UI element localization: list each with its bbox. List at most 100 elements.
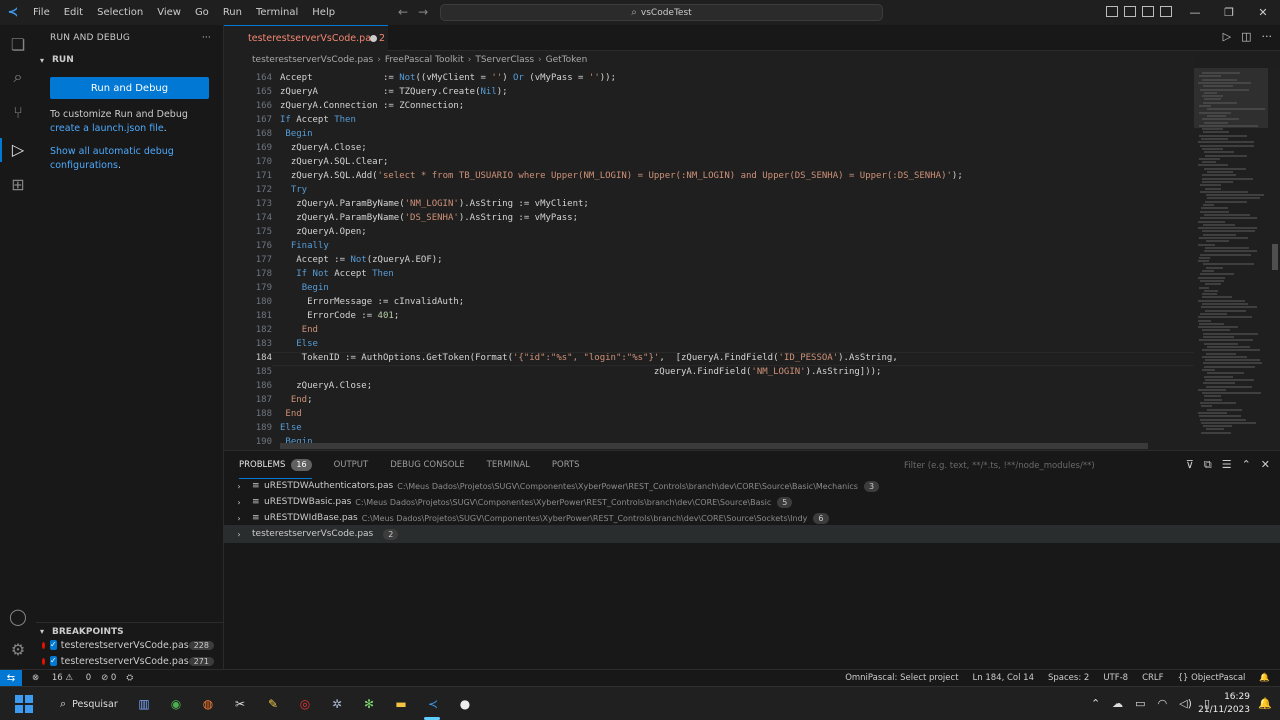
account-icon[interactable]: ◯: [8, 607, 28, 627]
encoding[interactable]: UTF-8: [1103, 670, 1128, 687]
run-file-icon[interactable]: ▷: [1223, 30, 1231, 43]
notification-icon[interactable]: 🔔: [1258, 697, 1272, 710]
search-icon[interactable]: ⌕: [8, 67, 28, 87]
menu-view[interactable]: View: [150, 0, 188, 25]
settings-gear-icon[interactable]: ⚙: [8, 640, 28, 660]
app-icon[interactable]: ◎: [295, 694, 315, 714]
breadcrumb-toolkit[interactable]: FreePascal Toolkit: [385, 55, 464, 65]
toggle-secondary-sidebar-icon[interactable]: [1142, 6, 1154, 17]
breadcrumb-class[interactable]: TServerClass: [475, 55, 534, 65]
collapse-all-icon[interactable]: ⧉: [1204, 458, 1212, 472]
editor-tab[interactable]: testerestserverVsCode.pas 2: [224, 25, 388, 51]
minimize-icon[interactable]: —: [1178, 0, 1212, 25]
menu-selection[interactable]: Selection: [90, 0, 150, 25]
app-icon[interactable]: ✲: [327, 694, 347, 714]
minimap-line: [1201, 421, 1256, 424]
create-launch-json-link[interactable]: create a launch.json file: [50, 123, 164, 134]
vertical-scrollbar[interactable]: [1272, 244, 1278, 270]
maximize-icon[interactable]: ❐: [1212, 0, 1246, 25]
toggle-panel-icon[interactable]: [1124, 6, 1136, 17]
horizontal-scrollbar[interactable]: [280, 443, 1148, 449]
chrome-icon[interactable]: ◉: [166, 694, 186, 714]
problem-file-row[interactable]: › testerestserverVsCode.pas 2: [223, 525, 1280, 543]
app-icon[interactable]: ✻: [359, 694, 379, 714]
run-and-debug-button[interactable]: Run and Debug: [50, 77, 209, 99]
app-icon[interactable]: ▥: [134, 694, 154, 714]
debug-status-icon[interactable]: ⛭: [126, 673, 133, 683]
language-mode[interactable]: {} ObjectPascal: [1178, 670, 1246, 687]
cloud-icon[interactable]: ☁: [1112, 697, 1123, 710]
forward-arrow-icon[interactable]: →: [418, 0, 428, 25]
minimap[interactable]: [1194, 68, 1280, 450]
github-icon[interactable]: ●: [455, 694, 475, 714]
problem-file-row[interactable]: › ≡ uRESTDWAuthenticators.pas C:\Meus Da…: [224, 478, 1280, 494]
tab-output[interactable]: OUTPUT: [334, 451, 369, 479]
omnipascal-status[interactable]: OmniPascal: Select project: [845, 670, 958, 687]
active-view-indicator: [0, 138, 2, 162]
breakpoint-file: testerestserverVsCode.pas: [60, 655, 189, 667]
tab-terminal[interactable]: TERMINAL: [487, 451, 530, 479]
notifications-bell-icon[interactable]: 🔔: [1259, 670, 1270, 687]
extensions-icon[interactable]: ⊞: [8, 175, 28, 195]
menu-file[interactable]: File: [26, 0, 57, 25]
close-icon[interactable]: ✕: [1246, 0, 1280, 25]
menu-help[interactable]: Help: [305, 0, 342, 25]
menu-edit[interactable]: Edit: [57, 0, 90, 25]
remote-indicator-icon[interactable]: ⇆: [0, 669, 22, 687]
command-center[interactable]: ⌕ vsCodeTest: [440, 4, 883, 21]
back-arrow-icon[interactable]: ←: [398, 0, 408, 25]
show-auto-debug-configs-link[interactable]: Show all automatic debug configurations: [50, 146, 174, 171]
line-number: 183: [255, 339, 272, 349]
breakpoint-checkbox[interactable]: ✓: [50, 656, 57, 666]
wifi-icon[interactable]: ◠: [1158, 697, 1168, 710]
view-as-list-icon[interactable]: ☰: [1222, 458, 1232, 472]
cursor-position[interactable]: Ln 184, Col 14: [973, 670, 1034, 687]
app-icon[interactable]: ✎: [263, 694, 283, 714]
volume-icon[interactable]: ◁): [1179, 697, 1192, 710]
file-explorer-icon[interactable]: ▬: [391, 694, 411, 714]
run-debug-icon[interactable]: ▷: [8, 140, 28, 160]
line-number: 166: [255, 101, 272, 111]
breadcrumb-file[interactable]: testerestserverVsCode.pas: [252, 55, 373, 65]
monitor-icon[interactable]: ▭: [1135, 697, 1145, 710]
end-of-line[interactable]: CRLF: [1142, 670, 1163, 687]
problem-file-row[interactable]: › ≡ uRESTDWBasic.pas C:\Meus Dados\Proje…: [224, 494, 1280, 510]
indentation[interactable]: Spaces: 2: [1048, 670, 1089, 687]
menu-run[interactable]: Run: [216, 0, 249, 25]
breakpoint-item[interactable]: ✓ testerestserverVsCode.pas 271: [36, 653, 224, 669]
source-control-icon[interactable]: ⑂: [8, 103, 28, 123]
problems-filter-input[interactable]: Filter (e.g. text, **/*.ts, !**/node_mod…: [900, 458, 1178, 474]
line-number: 188: [255, 409, 272, 419]
windows-start-icon[interactable]: [15, 695, 33, 713]
split-editor-icon[interactable]: ◫: [1241, 30, 1251, 43]
customize-layout-icon[interactable]: [1160, 6, 1172, 17]
chevron-up-icon[interactable]: ⌃: [1091, 697, 1100, 710]
breakpoint-item[interactable]: ✓ testerestserverVsCode.pas 228: [36, 637, 224, 653]
ports-status-icon[interactable]: ⊘ 0: [101, 673, 116, 683]
filter-icon[interactable]: ⊽: [1186, 458, 1194, 472]
snipping-tool-icon[interactable]: ✂: [230, 694, 250, 714]
more-actions-icon[interactable]: ···: [1262, 30, 1273, 43]
code-editor[interactable]: 164 165 166 167 168 169 170 171 172 173 …: [224, 68, 1194, 450]
explorer-icon[interactable]: ❏: [8, 35, 28, 55]
toggle-sidebar-icon[interactable]: [1106, 6, 1118, 17]
vscode-taskbar-icon[interactable]: ≺: [423, 694, 443, 714]
tab-debug-console[interactable]: DEBUG CONSOLE: [390, 451, 464, 479]
breakpoint-checkbox[interactable]: ✓: [50, 640, 57, 650]
maximize-panel-icon[interactable]: ⌃: [1242, 458, 1251, 472]
unsaved-dot-icon[interactable]: [370, 35, 377, 42]
clock[interactable]: 16:29 21/11/2023: [1198, 691, 1250, 717]
tab-ports[interactable]: PORTS: [552, 451, 580, 479]
errors-status[interactable]: ⊗ 16 ⚠ 0: [32, 673, 91, 683]
firefox-icon[interactable]: ◍: [198, 694, 218, 714]
more-actions-icon[interactable]: ···: [202, 33, 211, 43]
close-panel-icon[interactable]: ✕: [1261, 458, 1270, 472]
menu-terminal[interactable]: Terminal: [249, 0, 305, 25]
minimap-line: [1201, 207, 1228, 210]
tab-problems[interactable]: PROBLEMS 16: [239, 451, 312, 479]
taskbar-search[interactable]: ⌕ Pesquisar: [46, 692, 124, 716]
menu-go[interactable]: Go: [188, 0, 216, 25]
run-section-header[interactable]: ▾ RUN: [36, 51, 223, 69]
breadcrumb-method[interactable]: GetToken: [546, 55, 588, 65]
problem-file-row[interactable]: › ≡ uRESTDWIdBase.pas C:\Meus Dados\Proj…: [224, 510, 1280, 526]
